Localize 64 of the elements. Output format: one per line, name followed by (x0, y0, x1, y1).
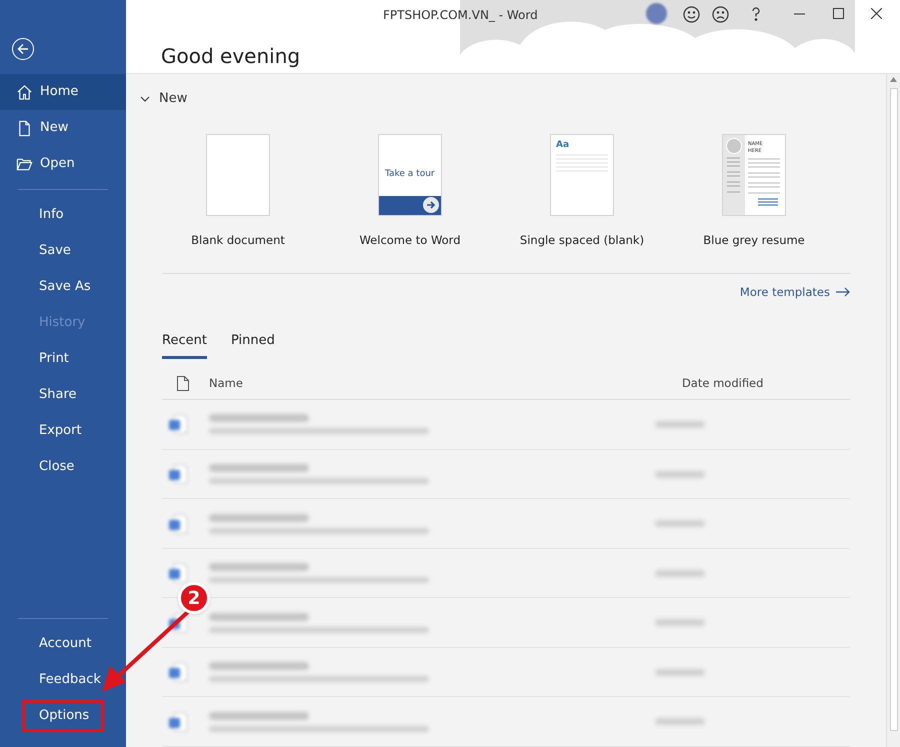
blurred-date (655, 520, 705, 528)
template-label[interactable]: Blue grey resume (703, 232, 805, 249)
blurred-date (655, 420, 705, 428)
sidebar-item[interactable]: Print (0, 341, 126, 377)
document-icon (166, 512, 190, 536)
scroll-up-icon[interactable] (890, 77, 897, 82)
document-icon (166, 660, 190, 684)
scroll-thumb[interactable] (890, 88, 898, 731)
chevron-icon (140, 96, 150, 102)
template-label[interactable]: Single spaced (blank) (520, 232, 644, 249)
blurred-date (655, 718, 705, 726)
step-badge: 2 (178, 582, 210, 614)
back-button[interactable] (12, 38, 34, 60)
window-title: FPTSHOP.COM.VN_ - Word (383, 7, 538, 24)
back-arrow-icon (17, 43, 29, 55)
blurred-date (655, 619, 705, 626)
thumbnail-text: Take a tour (385, 168, 436, 180)
tab[interactable]: Pinned (230, 331, 275, 358)
template-label[interactable]: Welcome to Word (359, 232, 461, 249)
scrollbar[interactable] (886, 74, 900, 747)
file-icon (177, 376, 189, 392)
sidebar-item[interactable]: Save As (0, 269, 126, 305)
text-lines-drawing (556, 154, 608, 172)
template-label[interactable]: Blank document (191, 232, 285, 249)
blurred-date (655, 668, 705, 676)
tab[interactable]: Recent (162, 331, 207, 358)
frown-icon[interactable] (712, 6, 729, 23)
document-icon (166, 610, 190, 635)
column-header[interactable]: Date modified (682, 375, 764, 392)
sidebar-item[interactable]: New (0, 110, 126, 146)
minimize-icon[interactable] (794, 13, 805, 15)
column-header[interactable]: Name (209, 375, 243, 392)
sidebar-item[interactable]: Account (0, 626, 126, 662)
help-icon[interactable] (751, 7, 761, 21)
sidebar-item[interactable]: Feedback (0, 662, 126, 698)
sidebar-item[interactable]: Close (0, 449, 126, 485)
smile-icon[interactable] (683, 6, 700, 23)
sidebar-item[interactable]: Options (0, 698, 126, 734)
thumbnail-text: Aa (556, 138, 570, 152)
close-icon[interactable] (871, 8, 882, 19)
sidebar-item[interactable]: Share (0, 377, 126, 413)
lined-page-thumbnail[interactable]: Aa (550, 134, 614, 216)
document-icon (166, 710, 190, 734)
text-lines-drawing (726, 156, 742, 196)
sidebar-item[interactable]: Home (0, 74, 126, 110)
tour-thumbnail[interactable]: Take a tour (378, 134, 442, 216)
sidebar-item[interactable]: Save (0, 233, 126, 269)
sidebar-item[interactable]: Open (0, 146, 126, 182)
document-icon (166, 412, 190, 436)
greeting: Good evening (161, 43, 302, 70)
document-icon (166, 462, 190, 486)
maximize-icon[interactable] (833, 8, 844, 19)
sidebar-item[interactable]: Info (0, 197, 126, 233)
arrow-icon (836, 287, 850, 298)
file-icon (16, 120, 33, 136)
blank-page-thumbnail[interactable] (206, 134, 270, 216)
blurred-date (655, 470, 705, 478)
blurred-date (655, 570, 705, 577)
folder-icon (16, 156, 33, 172)
section-toggle[interactable]: New (140, 89, 188, 108)
sidebar-item[interactable]: Export (0, 413, 126, 449)
document-icon (166, 561, 190, 586)
more-templates-link[interactable]: More templates (740, 284, 850, 301)
home-icon (16, 84, 33, 100)
